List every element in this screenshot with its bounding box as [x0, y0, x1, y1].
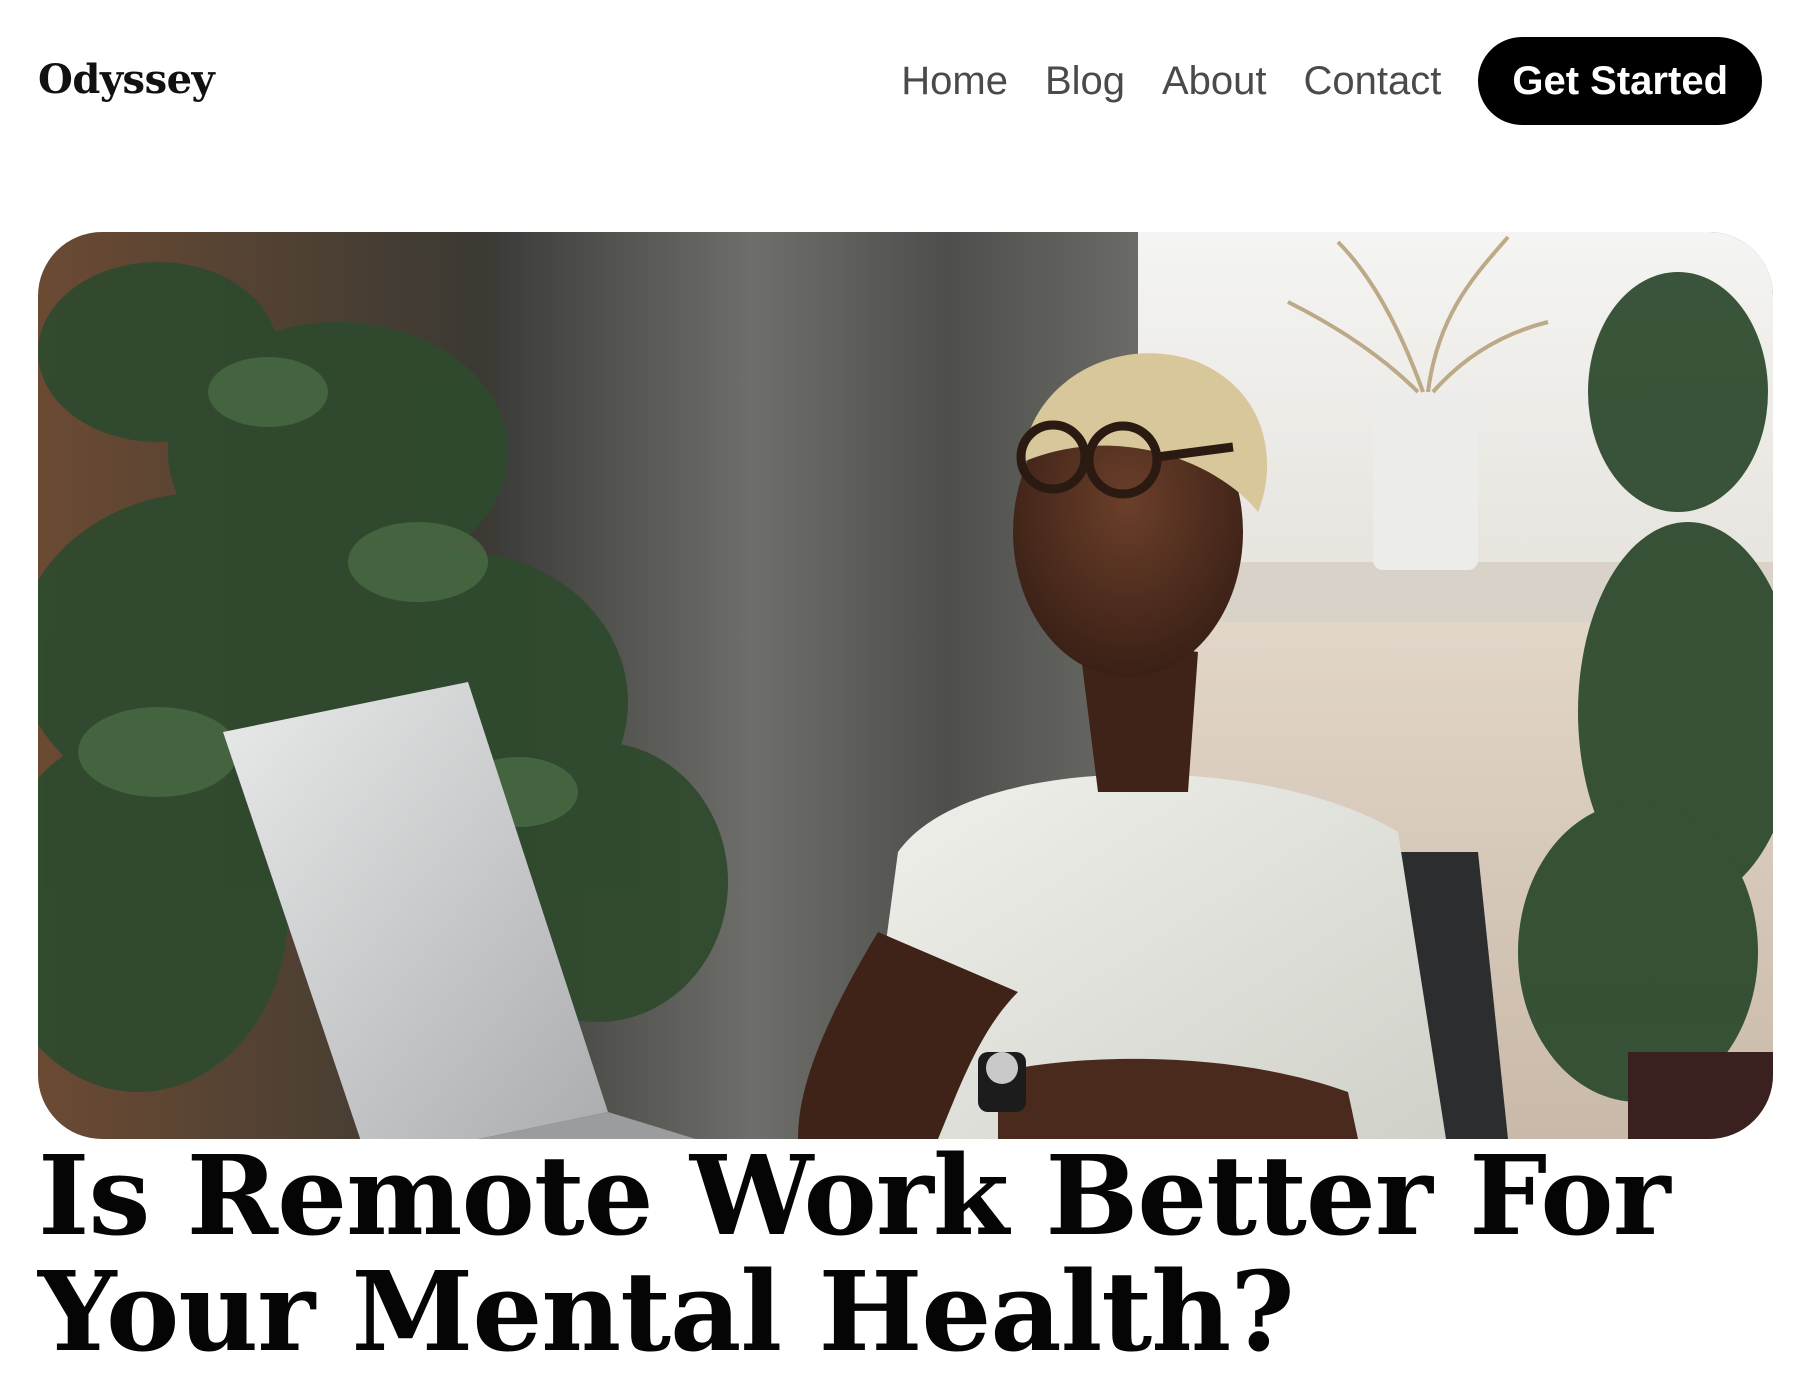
hero-image — [38, 232, 1773, 1139]
site-logo[interactable]: Odyssey — [38, 52, 215, 108]
nav-about[interactable]: About — [1162, 37, 1267, 125]
nav-contact[interactable]: Contact — [1304, 37, 1442, 125]
main-nav: Home Blog About Contact Get Started — [901, 37, 1762, 125]
nav-blog[interactable]: Blog — [1045, 37, 1125, 125]
article-title: Is Remote Work Better For Your Mental He… — [38, 1131, 1671, 1376]
hero-photo — [38, 232, 1773, 1139]
site-header: Odyssey Home Blog About Contact Get Star… — [0, 0, 1800, 160]
nav-home[interactable]: Home — [901, 37, 1008, 125]
get-started-button[interactable]: Get Started — [1478, 37, 1762, 125]
